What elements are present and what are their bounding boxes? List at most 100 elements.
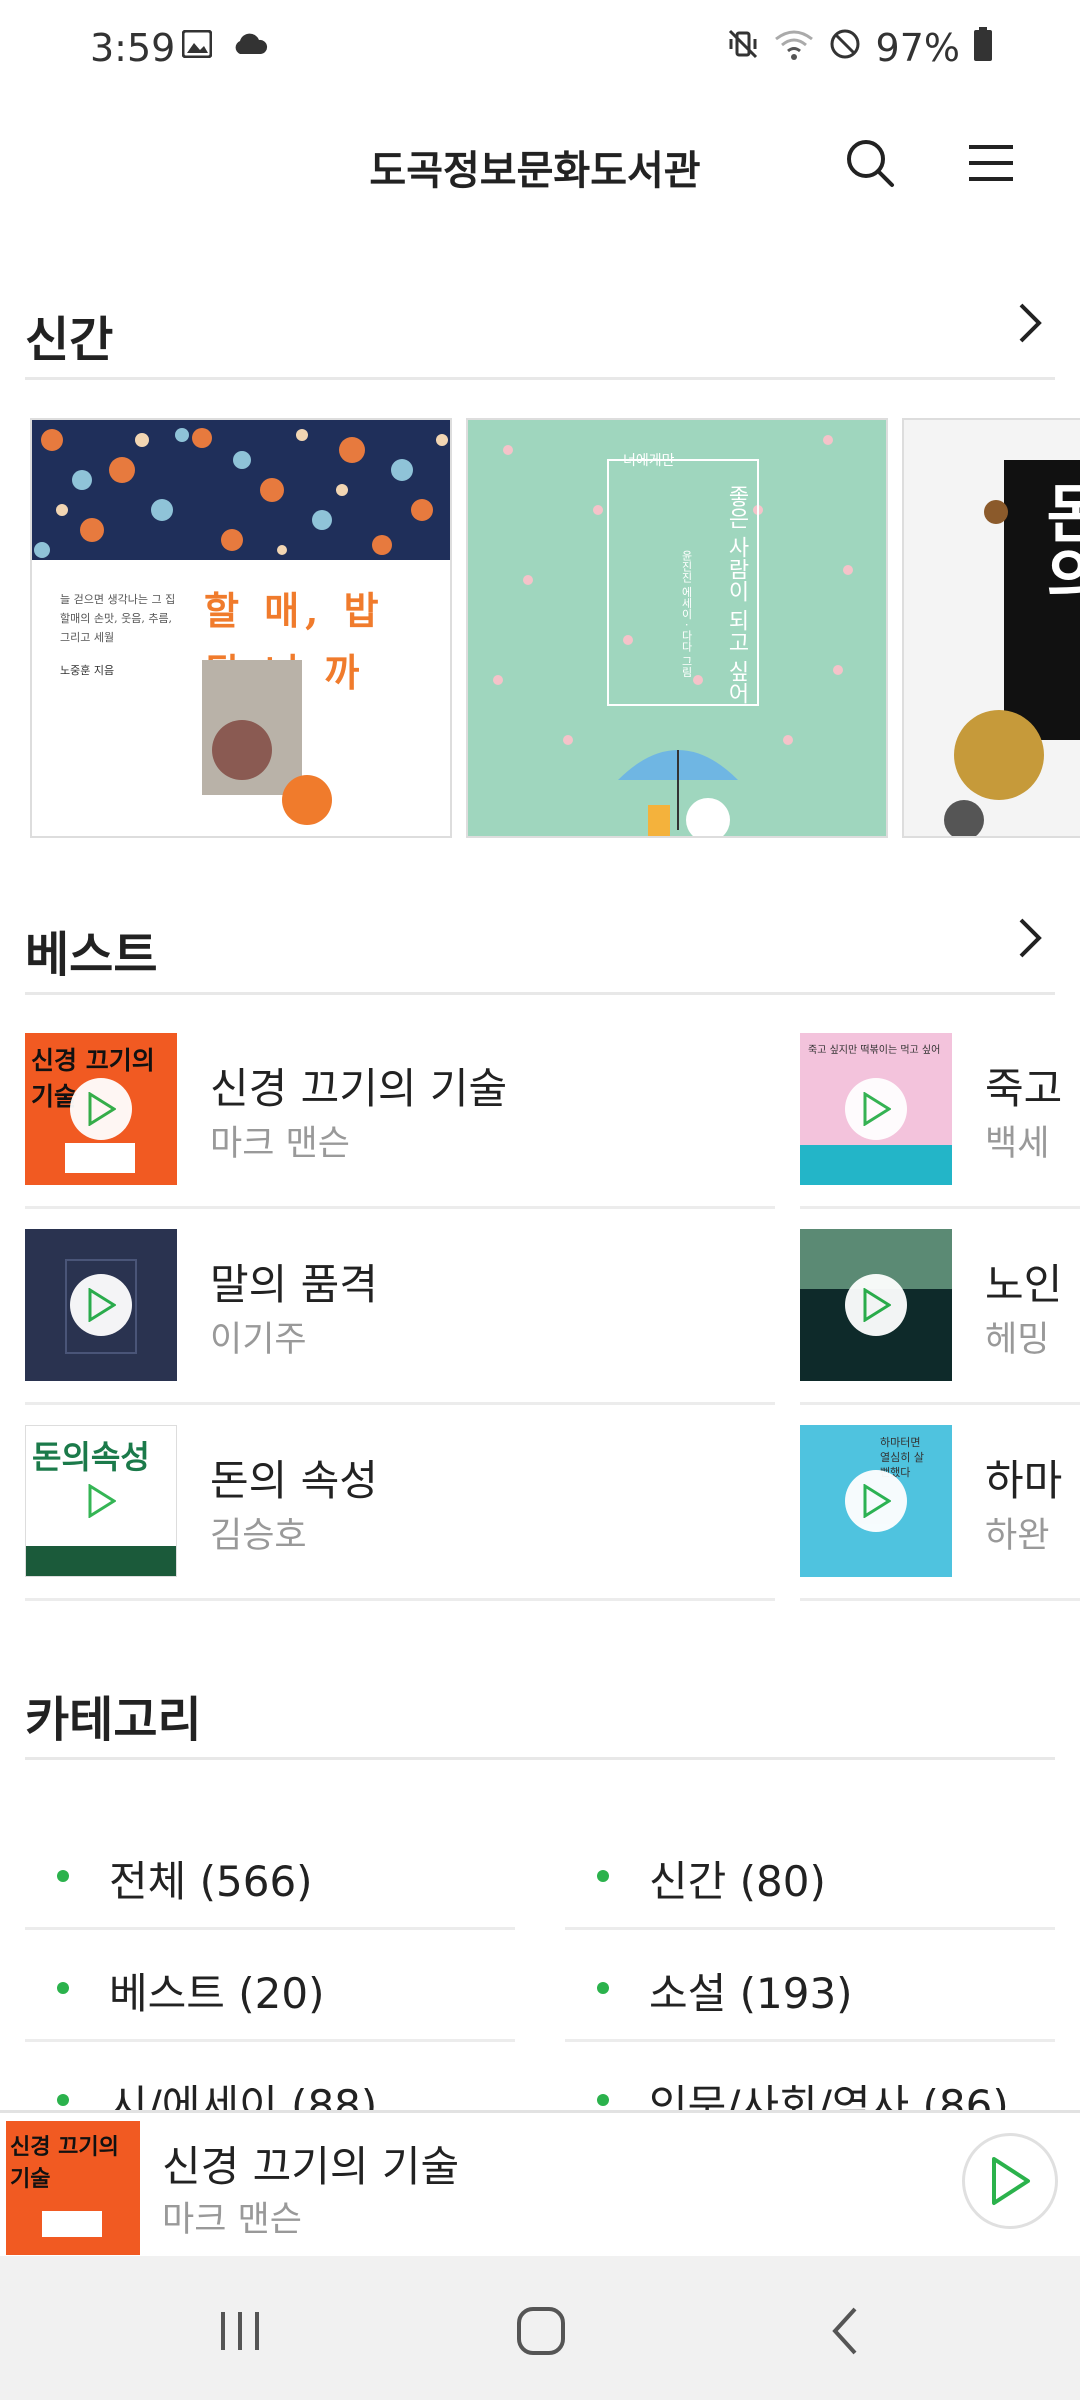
cover-title: 좋은 사람이 되고 싶어 [724,485,749,704]
cover-photo [202,660,302,795]
section-title-best: 베스트 [25,927,158,983]
section-title-category: 카테고리 [25,1692,202,1748]
play-icon [863,1288,891,1322]
book-title: 돈의 속성 [210,1456,378,1505]
mute-vibrate-icon [726,26,760,70]
bullet-icon [57,1982,69,1994]
book-author: 백세 [985,1124,1050,1164]
dnd-icon [828,26,862,70]
bullet-icon [597,1982,609,1994]
bullet-icon [597,2094,609,2106]
best-list-item[interactable]: 노인 헤밍 [800,1209,1080,1405]
new-books-carousel[interactable]: 늘 걷으면 생각나는 그 집 할매의 손맛, 웃음, 추름, 그리고 세월 노중… [0,418,1080,838]
cover-band [26,1546,176,1576]
search-button[interactable] [835,130,905,200]
chevron-right-icon [1015,916,1045,964]
player-author: 마크 맨슨 [162,2200,302,2240]
chevron-right-icon [1015,301,1045,349]
system-nav-bar [0,2256,1080,2400]
play-button[interactable] [845,1078,907,1140]
category-item[interactable]: 전체 (566) [25,1820,515,1930]
player-cover: 신경 끄기의 기술 [6,2121,140,2255]
play-icon [88,1092,116,1126]
book-cover [800,1229,952,1381]
best-more-button[interactable] [1005,915,1055,965]
play-icon [992,2157,1030,2205]
gear-icon [954,710,1044,800]
cover-top: 너에게만 [623,453,675,469]
category-label: 소설 (193) [649,1969,853,2018]
menu-icon [967,143,1015,187]
home-icon [517,2307,565,2355]
cover-author: 노중훈 지음 [60,664,115,677]
cover-text: 신경 끄기의 기술 [10,2135,119,2192]
bullet-icon [57,1870,69,1882]
book-title: 하마 [985,1456,1063,1505]
cover-sub: 윤진진 에세이 · 다다 그림 [680,550,693,678]
new-more-button[interactable] [1005,300,1055,350]
home-button[interactable] [496,2286,586,2376]
section-category-header: 카테고리 [25,1650,1055,1760]
category-item[interactable]: 소설 (193) [565,1932,1055,2042]
gallery-icon [181,29,213,62]
play-icon [88,1288,116,1322]
cloud-icon [232,32,268,60]
status-time: 3:59 [90,26,176,70]
book-author: 김승호 [210,1516,307,1556]
section-title-new: 신간 [25,312,114,368]
back-button[interactable] [800,2286,890,2376]
play-button[interactable] [845,1274,907,1336]
bullet-icon [597,1870,609,1882]
bullet-icon [57,2094,69,2106]
cover-title-block: 돈의 [1004,460,1080,740]
play-button[interactable] [845,1470,907,1532]
cover-text: 늘 걷으면 생각나는 그 집 할매의 손맛, 웃음, 추름, 그리고 세월 [60,593,176,644]
cover-graphic [65,1143,135,1173]
battery-text: 97% [875,26,960,70]
search-icon [844,137,896,193]
play-icon [863,1484,891,1518]
book-cover: 하마터면 열심히 살 뻔했다 [800,1425,952,1577]
cover-sea [800,1145,952,1185]
recents-icon [221,2312,259,2350]
cover-text: 죽고 싶지만 떡볶이는 먹고 싶어 [808,1045,941,1056]
play-button[interactable] [70,1470,132,1532]
best-list-item[interactable]: 신경 끄기의 기술 신경 끄기의 기술 마크 맨슨 [25,1013,775,1209]
play-button[interactable] [70,1274,132,1336]
menu-button[interactable] [956,130,1026,200]
new-book-cover[interactable]: 늘 걷으면 생각나는 그 집 할매의 손맛, 웃음, 추름, 그리고 세월 노중… [30,418,452,838]
play-button[interactable] [70,1078,132,1140]
book-title: 신경 끄기의 기술 [210,1064,508,1113]
flower-icon [282,775,332,825]
book-title: 노인 [985,1260,1063,1309]
best-list-item[interactable]: 말의 품격 이기주 [25,1209,775,1405]
mini-player[interactable]: 신경 끄기의 기술 신경 끄기의 기술 마크 맨슨 [0,2110,1080,2255]
book-title: 말의 품격 [210,1260,378,1309]
category-label: 전체 (566) [109,1857,313,1906]
book-author: 이기주 [210,1320,307,1360]
player-play-button[interactable] [962,2133,1058,2229]
book-author: 헤밍 [985,1320,1050,1360]
new-book-cover[interactable]: 돈의 [902,418,1080,838]
status-bar: 3:59 97% [0,0,1080,100]
category-item[interactable]: 신간 (80) [565,1820,1055,1930]
best-list-item[interactable]: 돈의속성 돈의 속성 김승호 [25,1405,775,1601]
category-item[interactable]: 베스트 (20) [25,1932,515,2042]
best-list-item[interactable]: 죽고 싶지만 떡볶이는 먹고 싶어 죽고 백세 [800,1013,1080,1209]
book-cover: 신경 끄기의 기술 [25,1033,177,1185]
recents-button[interactable] [195,2286,285,2376]
category-label: 베스트 (20) [109,1969,325,2018]
book-author: 하완 [985,1516,1050,1556]
player-title: 신경 끄기의 기술 [162,2142,460,2191]
page-title: 도곡정보문화도서관 [369,148,701,194]
bead-icon [984,500,1008,524]
new-book-cover[interactable]: 너에게만 좋은 사람이 되고 싶어 윤진진 에세이 · 다다 그림 [466,418,888,838]
battery-icon [974,26,992,70]
book-cover: 죽고 싶지만 떡볶이는 먹고 싶어 [800,1033,952,1185]
best-list-item[interactable]: 하마터면 열심히 살 뻔했다 하마 하완 [800,1405,1080,1601]
floral-pattern [32,420,450,560]
book-cover [25,1229,177,1381]
back-icon [832,2307,857,2355]
book-cover: 돈의속성 [25,1425,177,1577]
section-best-header: 베스트 [25,885,1055,995]
